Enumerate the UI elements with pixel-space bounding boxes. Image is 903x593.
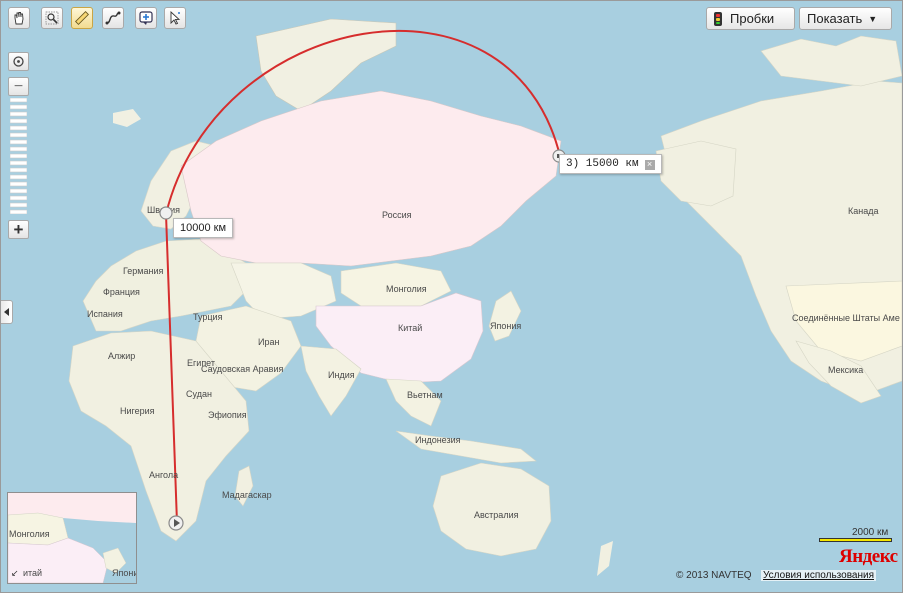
label-russia: Россия	[382, 210, 412, 220]
plus-icon: +	[13, 219, 24, 239]
label-canada: Канада	[848, 206, 879, 216]
label-japan: Япония	[490, 321, 522, 331]
label-indonesia: Индонезия	[415, 435, 461, 445]
chevron-down-icon: ▼	[868, 13, 878, 24]
scale-bar	[819, 538, 892, 542]
label-spain: Испания	[87, 309, 123, 319]
label-mexico: Мексика	[828, 365, 864, 375]
label-iran: Иран	[258, 337, 280, 347]
terms-of-use-link[interactable]: Условия использования	[761, 570, 876, 581]
traffic-label: Пробки	[730, 11, 775, 26]
label-india: Индия	[328, 370, 355, 380]
ruler-point-3-distance: 3) 15000 км	[566, 158, 639, 170]
minimap-label-japan: Япони	[112, 568, 137, 578]
label-nigeria: Нигерия	[120, 406, 155, 416]
ruler-point-2-distance: 10000 км	[180, 222, 227, 234]
label-sudan: Судан	[186, 389, 212, 399]
zoom-in-button[interactable]: +	[8, 220, 29, 239]
traffic-button[interactable]: Пробки	[706, 7, 795, 30]
label-saudi: Саудовская Аравия	[201, 364, 284, 374]
zoom-slider-track[interactable]	[9, 97, 28, 215]
label-china: Китай	[398, 323, 423, 333]
magnifier-tool-icon[interactable]	[41, 7, 63, 29]
ruler-point-3-label: 3) 15000 км ×	[559, 154, 662, 174]
locate-me-button[interactable]	[8, 52, 29, 71]
show-layers-button[interactable]: Показать ▼	[799, 7, 892, 30]
ruler-point-2-label: 10000 км	[173, 218, 234, 238]
overview-minimap[interactable]: Монголия итай Япони ↙	[7, 492, 137, 584]
label-turkey: Турция	[193, 312, 223, 322]
ruler-point-2-marker[interactable]	[158, 205, 174, 221]
expand-panel-button[interactable]	[1, 300, 13, 324]
minimap-collapse-arrow-icon[interactable]: ↙	[11, 568, 19, 579]
scale-label: 2000 км	[852, 527, 889, 538]
zoom-out-button[interactable]: −	[8, 77, 29, 96]
minimap-label-mongolia: Монголия	[9, 529, 50, 539]
copyright-text: © 2013 NAVTEQ	[676, 570, 752, 581]
label-germany: Германия	[123, 266, 164, 276]
label-madagascar: Мадагаскар	[222, 490, 272, 500]
hand-tool-icon[interactable]	[8, 7, 30, 29]
label-angola: Ангола	[149, 470, 179, 480]
minimap-label-china: итай	[23, 568, 43, 578]
yandex-logo: Яндекс	[839, 546, 898, 567]
ruler-tool-icon[interactable]	[71, 7, 93, 29]
add-placemark-tool-icon[interactable]	[135, 7, 157, 29]
label-vietnam: Вьетнам	[407, 390, 443, 400]
label-algeria: Алжир	[108, 351, 136, 361]
label-australia: Австралия	[474, 510, 519, 520]
label-france: Франция	[103, 287, 140, 297]
label-usa: Соединённые Штаты Аме	[792, 313, 900, 323]
show-label: Показать	[807, 11, 863, 26]
traffic-light-icon	[714, 11, 722, 26]
map-viewport[interactable]: Швеция Германия Франция Испания Алжир Ту…	[0, 0, 903, 593]
ruler-close-icon[interactable]: ×	[644, 160, 655, 170]
route-tool-icon[interactable]	[102, 7, 124, 29]
pointer-tool-icon[interactable]	[164, 7, 186, 29]
arrow-left-icon	[3, 308, 9, 316]
label-ethiopia: Эфиопия	[208, 410, 247, 420]
label-mongolia: Монголия	[386, 284, 427, 294]
target-icon	[13, 56, 24, 67]
ruler-start-icon[interactable]	[167, 514, 185, 532]
minus-icon: −	[13, 77, 24, 95]
